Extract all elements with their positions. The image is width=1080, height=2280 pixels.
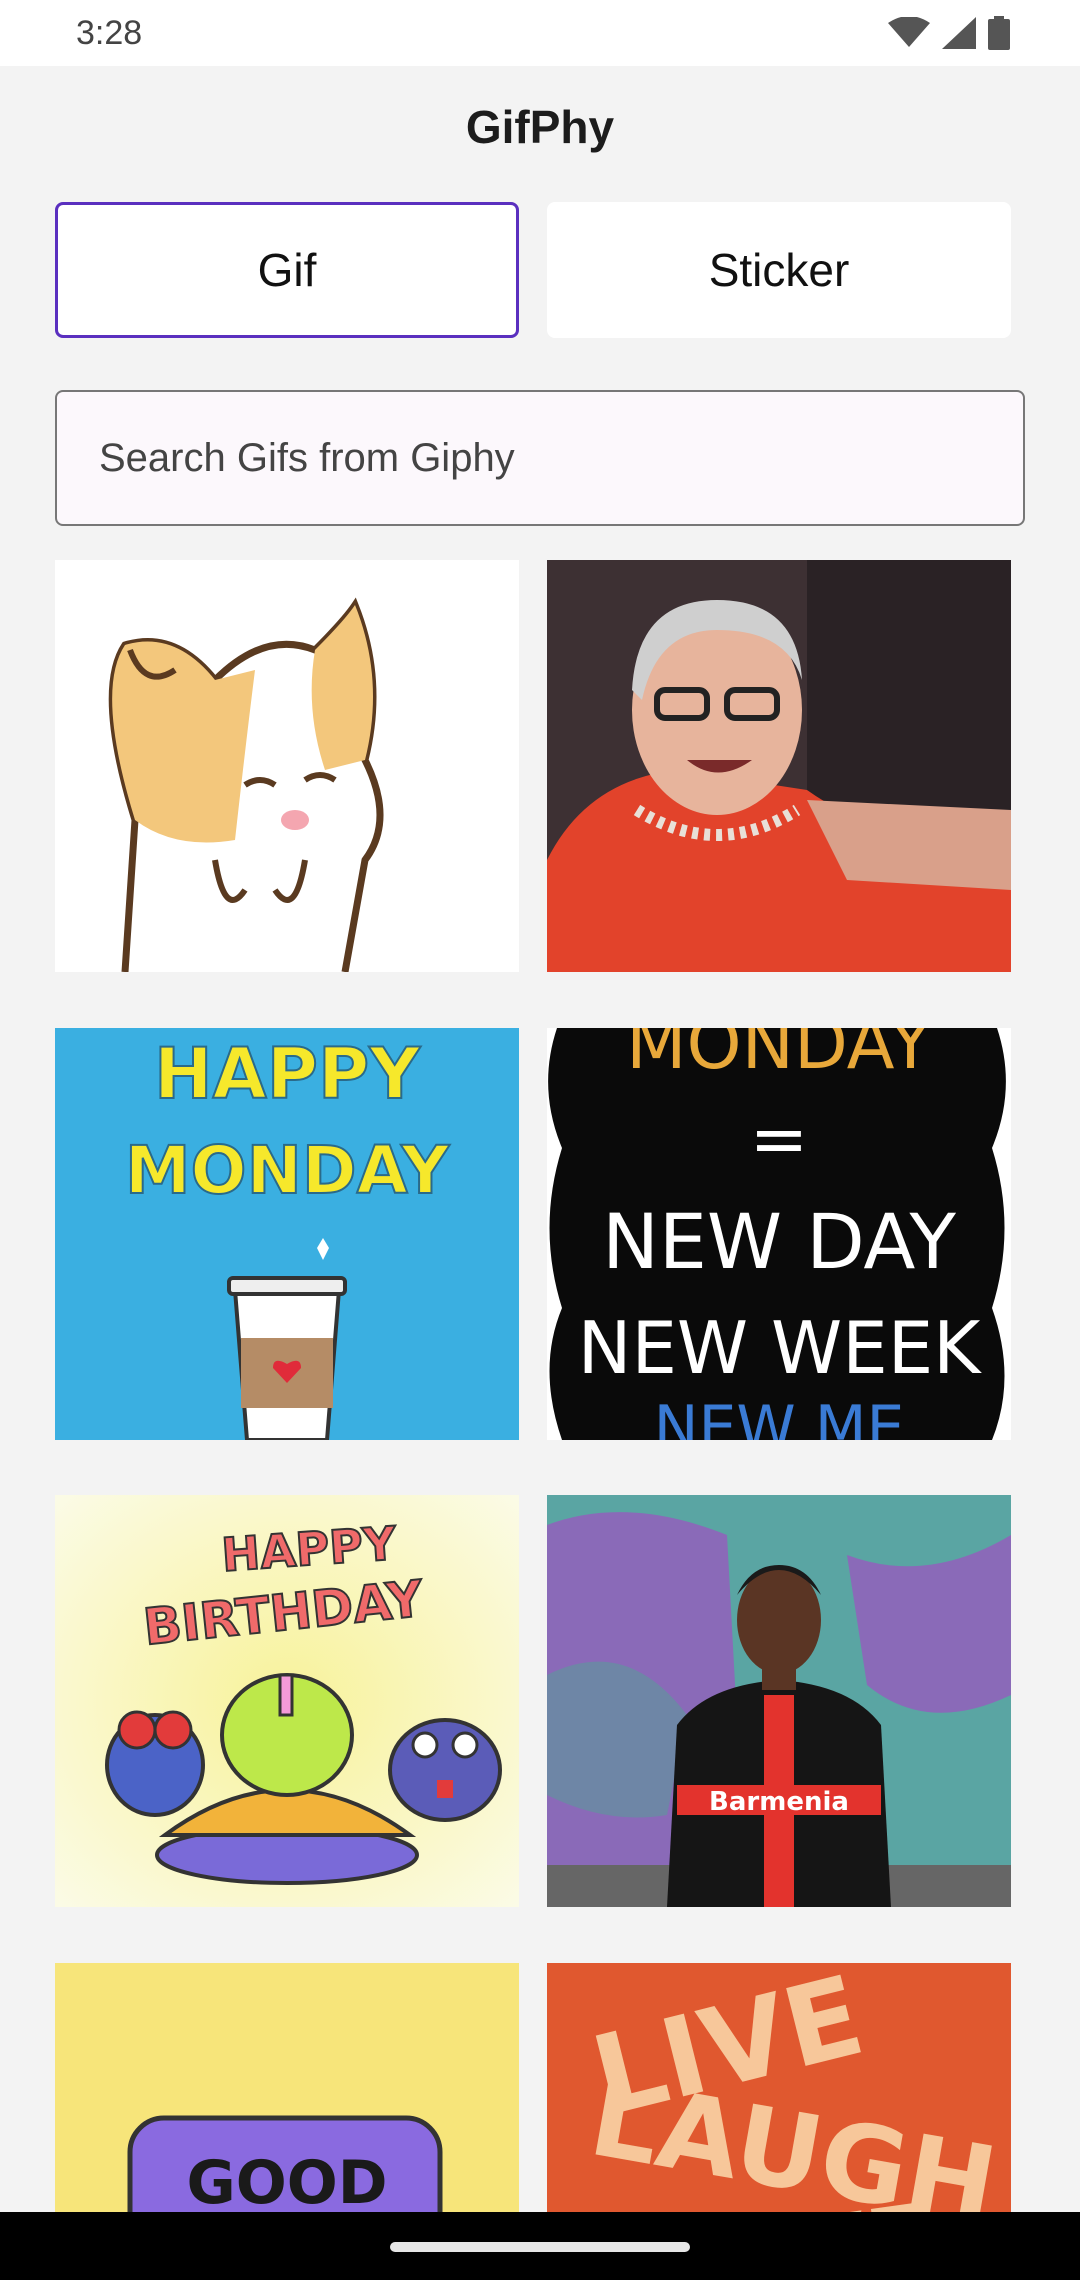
status-bar: 3:28 bbox=[0, 0, 1080, 66]
search-input[interactable] bbox=[57, 392, 1023, 524]
happy-birthday-gif: HAPPY BIRTHDAY bbox=[55, 1495, 519, 1907]
new-me-text: NEW ME bbox=[654, 1393, 905, 1440]
monday-text: MONDAY bbox=[125, 1132, 451, 1209]
gif-tile-corgi[interactable] bbox=[55, 560, 519, 972]
app-title: GifPhy bbox=[465, 101, 615, 153]
search-field[interactable] bbox=[55, 390, 1025, 526]
status-time: 3:28 bbox=[76, 14, 143, 52]
tab-sticker[interactable]: Sticker bbox=[547, 202, 1011, 338]
new-day-gif: MONDAY = NEW DAY NEW WEEK NEW ME bbox=[547, 1028, 1011, 1440]
gif-tile-soccer[interactable]: Barmenia bbox=[547, 1495, 1011, 1907]
new-week-text: NEW WEEK bbox=[578, 1306, 983, 1390]
happy-text: HAPPY bbox=[154, 1033, 421, 1115]
tab-gif[interactable]: Gif bbox=[55, 202, 519, 338]
gif-tile-new-day[interactable]: MONDAY = NEW DAY NEW WEEK NEW ME bbox=[547, 1028, 1011, 1440]
gif-tile-grandma[interactable] bbox=[547, 560, 1011, 972]
status-icons bbox=[888, 16, 1010, 50]
shirt-sponsor-text: Barmenia bbox=[709, 1787, 849, 1817]
new-day-text: NEW DAY bbox=[602, 1197, 956, 1286]
soccer-player-gif: Barmenia bbox=[547, 1495, 1011, 1907]
gif-tile-happy-monday[interactable]: HAPPY MONDAY bbox=[55, 1028, 519, 1440]
signal-icon bbox=[942, 17, 976, 49]
monday-top-text: MONDAY bbox=[626, 1028, 932, 1085]
corgi-gif bbox=[55, 560, 519, 972]
good-text: GOOD bbox=[186, 2148, 387, 2218]
happy-monday-gif: HAPPY MONDAY bbox=[55, 1028, 519, 1440]
battery-icon bbox=[988, 16, 1010, 50]
wifi-icon bbox=[888, 17, 930, 47]
grandma-gif bbox=[547, 560, 1011, 972]
system-nav-bar bbox=[0, 2212, 1080, 2280]
home-gesture-handle[interactable] bbox=[390, 2242, 690, 2252]
equals-text: = bbox=[750, 1098, 809, 1180]
gif-tile-birthday[interactable]: HAPPY BIRTHDAY bbox=[55, 1495, 519, 1907]
